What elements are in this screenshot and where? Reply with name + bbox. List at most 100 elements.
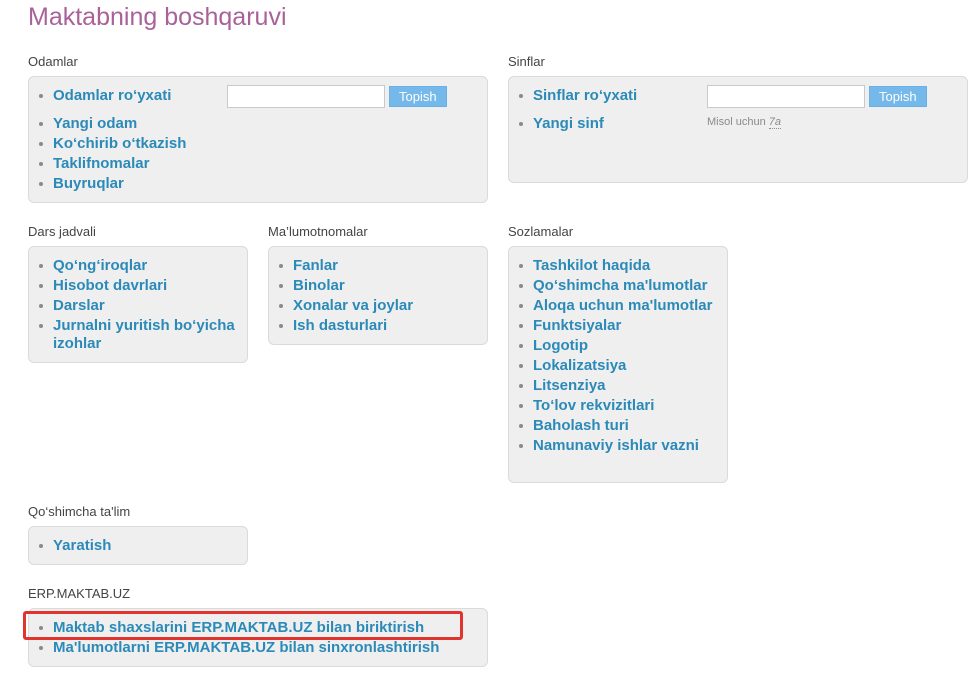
classes-search-row: Topish (707, 85, 927, 108)
list-item: Ish dasturlari (269, 317, 487, 335)
references-box: Fanlar Binolar Xonalar va joylar Ish das… (268, 246, 488, 345)
bullet-icon (519, 284, 523, 288)
list-item: Binolar (269, 277, 487, 295)
bullet-icon (519, 384, 523, 388)
link-orders[interactable]: Buyruqlar (53, 175, 124, 192)
list-item: Qo‘shimcha ma'lumotlar (509, 277, 727, 295)
bullet-icon (279, 324, 283, 328)
link-invitations[interactable]: Taklifnomalar (53, 155, 149, 172)
list-item: Logotip (509, 337, 727, 355)
list-item: Qo‘ng‘iroqlar (29, 257, 247, 275)
list-item: Jurnalni yuritish bo‘yicha izohlar (29, 317, 247, 353)
section-label-schedule: Dars jadvali (28, 224, 96, 239)
bullet-icon (39, 264, 43, 268)
classes-search-input[interactable] (707, 85, 865, 108)
list-item: To‘lov rekvizitlari (509, 397, 727, 415)
bullet-icon (519, 404, 523, 408)
bullet-icon (519, 364, 523, 368)
hint-prefix: Misol uchun (707, 116, 766, 128)
bullet-icon (39, 324, 43, 328)
list-item: Namunaviy ishlar vazni (509, 437, 727, 455)
bullet-icon (39, 162, 43, 166)
schedule-list: Qo‘ng‘iroqlar Hisobot davrlari Darslar J… (29, 257, 247, 353)
bullet-icon (519, 264, 523, 268)
link-new-person[interactable]: Yangi odam (53, 115, 137, 132)
section-label-extra-education: Qo‘shimcha ta'lim (28, 504, 131, 519)
section-classes: Sinflar Sinflar ro‘yxati Yangi sinf Topi… (508, 54, 968, 183)
schedule-box: Qo‘ng‘iroqlar Hisobot davrlari Darslar J… (28, 246, 248, 363)
bullet-icon (519, 94, 523, 98)
link-functions[interactable]: Funktsiyalar (533, 317, 621, 334)
link-new-class[interactable]: Yangi sinf (533, 115, 604, 132)
link-grading-type[interactable]: Baholash turi (533, 417, 629, 434)
settings-box: Tashkilot haqida Qo‘shimcha ma'lumotlar … (508, 246, 728, 483)
section-settings: Sozlamalar Tashkilot haqida Qo‘shimcha m… (508, 224, 728, 483)
list-item: Lokalizatsiya (509, 357, 727, 375)
list-item: Darslar (29, 297, 247, 315)
section-label-settings: Sozlamalar (508, 224, 574, 239)
section-people: Odamlar Odamlar ro‘yxati Yangi odam Ko‘c… (28, 54, 488, 203)
list-item: Buyruqlar (29, 175, 487, 193)
extra-education-box: Yaratish (28, 526, 248, 565)
section-references: Ma’lumotnomalar Fanlar Binolar Xonalar v… (268, 224, 488, 345)
link-additional-info[interactable]: Qo‘shimcha ma'lumotlar (533, 277, 707, 294)
people-search-row: Topish (227, 85, 447, 108)
link-erp-sync-data[interactable]: Ma'lumotlarni ERP.MAKTAB.UZ bilan sinxro… (53, 639, 439, 656)
people-box: Odamlar ro‘yxati Yangi odam Ko‘chirib o‘… (28, 76, 488, 203)
list-item: Yaratish (29, 537, 247, 555)
link-create[interactable]: Yaratish (53, 537, 111, 554)
section-extra-education: Qo‘shimcha ta'lim Yaratish (28, 504, 248, 565)
link-report-periods[interactable]: Hisobot davrlari (53, 277, 167, 294)
bullet-icon (519, 324, 523, 328)
references-list: Fanlar Binolar Xonalar va joylar Ish das… (269, 257, 487, 335)
list-item: Fanlar (269, 257, 487, 275)
link-logo[interactable]: Logotip (533, 337, 588, 354)
list-item: Baholash turi (509, 417, 727, 435)
link-classes-list[interactable]: Sinflar ro‘yxati (533, 87, 637, 104)
link-payment-details[interactable]: To‘lov rekvizitlari (533, 397, 654, 414)
bullet-icon (279, 264, 283, 268)
settings-list: Tashkilot haqida Qo‘shimcha ma'lumotlar … (509, 257, 727, 455)
link-localization[interactable]: Lokalizatsiya (533, 357, 626, 374)
link-organization[interactable]: Tashkilot haqida (533, 257, 650, 274)
page-title: Maktabning boshqaruvi (28, 3, 287, 31)
bullet-icon (39, 94, 43, 98)
link-sample-work-weight[interactable]: Namunaviy ishlar vazni (533, 437, 699, 454)
bullet-icon (39, 284, 43, 288)
link-bells[interactable]: Qo‘ng‘iroqlar (53, 257, 147, 274)
list-item: Yangi odam (29, 115, 487, 133)
classes-search-button[interactable]: Topish (869, 86, 927, 107)
link-people-list[interactable]: Odamlar ro‘yxati (53, 87, 171, 104)
people-search-button[interactable]: Topish (389, 86, 447, 107)
link-contact-info[interactable]: Aloqa uchun ma'lumotlar (533, 297, 712, 314)
section-label-classes: Sinflar (508, 54, 545, 69)
list-item: Tashkilot haqida (509, 257, 727, 275)
list-item: Ma'lumotlarni ERP.MAKTAB.UZ bilan sinxro… (29, 639, 487, 657)
link-transfer[interactable]: Ko‘chirib o‘tkazish (53, 135, 186, 152)
section-schedule: Dars jadvali Qo‘ng‘iroqlar Hisobot davrl… (28, 224, 248, 363)
section-label-references: Ma’lumotnomalar (268, 224, 368, 239)
link-license[interactable]: Litsenziya (533, 377, 606, 394)
hint-example: 7a (768, 116, 782, 129)
highlight-annotation (23, 611, 463, 640)
bullet-icon (519, 424, 523, 428)
link-work-programs[interactable]: Ish dasturlari (293, 317, 387, 334)
bullet-icon (279, 284, 283, 288)
classes-search-hint: Misol uchun 7a (707, 116, 782, 129)
link-rooms[interactable]: Xonalar va joylar (293, 297, 413, 314)
list-item: Xonalar va joylar (269, 297, 487, 315)
section-label-people: Odamlar (28, 54, 78, 69)
link-lessons[interactable]: Darslar (53, 297, 105, 314)
link-buildings[interactable]: Binolar (293, 277, 345, 294)
classes-box: Sinflar ro‘yxati Yangi sinf Topish Misol… (508, 76, 968, 183)
people-search-input[interactable] (227, 85, 385, 108)
bullet-icon (39, 304, 43, 308)
link-journal-notes[interactable]: Jurnalni yuritish bo‘yicha izohlar (53, 317, 235, 352)
bullet-icon (39, 544, 43, 548)
list-item: Aloqa uchun ma'lumotlar (509, 297, 727, 315)
link-subjects[interactable]: Fanlar (293, 257, 338, 274)
list-item: Funktsiyalar (509, 317, 727, 335)
bullet-icon (519, 304, 523, 308)
bullet-icon (519, 122, 523, 126)
bullet-icon (519, 344, 523, 348)
